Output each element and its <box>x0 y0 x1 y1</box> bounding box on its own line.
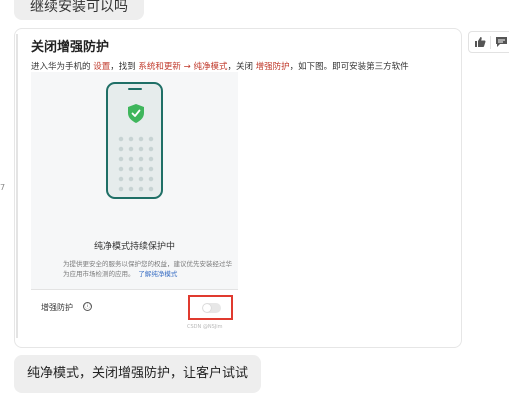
toggle-highlight-box <box>188 295 233 320</box>
enhanced-protection-label: 增强防护 <box>41 303 73 312</box>
top-message-text: 继续安装可以吗 <box>30 0 128 15</box>
desc-text-4: ，如下图。即可安装第三方软件 <box>289 62 409 72</box>
card-title: 关闭增强防护 <box>31 40 110 55</box>
embedded-screenshot[interactable]: 纯净模式持续保护中 为提供更安全的服务以保护您的权益，建议优先安装经过华为应用市… <box>31 72 238 336</box>
desc-text-1: 进入华为手机的 <box>31 62 94 72</box>
enhanced-protection-toggle[interactable] <box>202 303 221 313</box>
pure-mode-title: 纯净模式持续保护中 <box>93 242 175 252</box>
card-description: 进入华为手机的 设置，找到 系统和更新 → 纯净模式，关闭 增强防护，如下图。即… <box>31 60 409 72</box>
info-icon[interactable]: ⓘ <box>83 302 92 311</box>
pure-mode-description: 为提供更安全的服务以保护您的权益，建议优先安装经过华为应用市场检测的应用。 了解… <box>63 259 235 279</box>
watermark: CSDN @NSJim <box>187 324 223 330</box>
enhanced-protection-row: 增强防护 ⓘ CSDN @NSJim <box>31 290 238 336</box>
side-number: 7 <box>0 183 6 192</box>
desc-text-2: ，找到 <box>110 62 139 72</box>
bottom-message-text: 纯净模式，关闭增强防护，让客户试试 <box>27 366 249 381</box>
desc-text-3: ，关闭 <box>227 62 256 72</box>
action-separator <box>490 36 491 49</box>
bottom-message-bubble: 纯净模式，关闭增强防护，让客户试试 <box>14 355 262 393</box>
shield-check-icon <box>128 104 144 123</box>
enhanced-protection-link[interactable]: 增强防护 <box>256 62 290 72</box>
system-path-link[interactable]: 系统和更新 → 纯净模式 <box>138 62 227 72</box>
feedback-actions <box>468 31 509 53</box>
card-accent-bar <box>16 34 18 338</box>
thumb-up-icon[interactable] <box>473 36 487 49</box>
learn-pure-mode-link[interactable]: 了解纯净模式 <box>138 270 177 278</box>
phone-notch <box>128 88 142 90</box>
top-message-bubble: 继续安装可以吗 <box>14 0 144 20</box>
settings-link[interactable]: 设置 <box>93 62 110 72</box>
phone-dot-grid <box>116 134 156 192</box>
comment-icon[interactable] <box>494 36 508 49</box>
phone-illustration <box>106 82 163 199</box>
